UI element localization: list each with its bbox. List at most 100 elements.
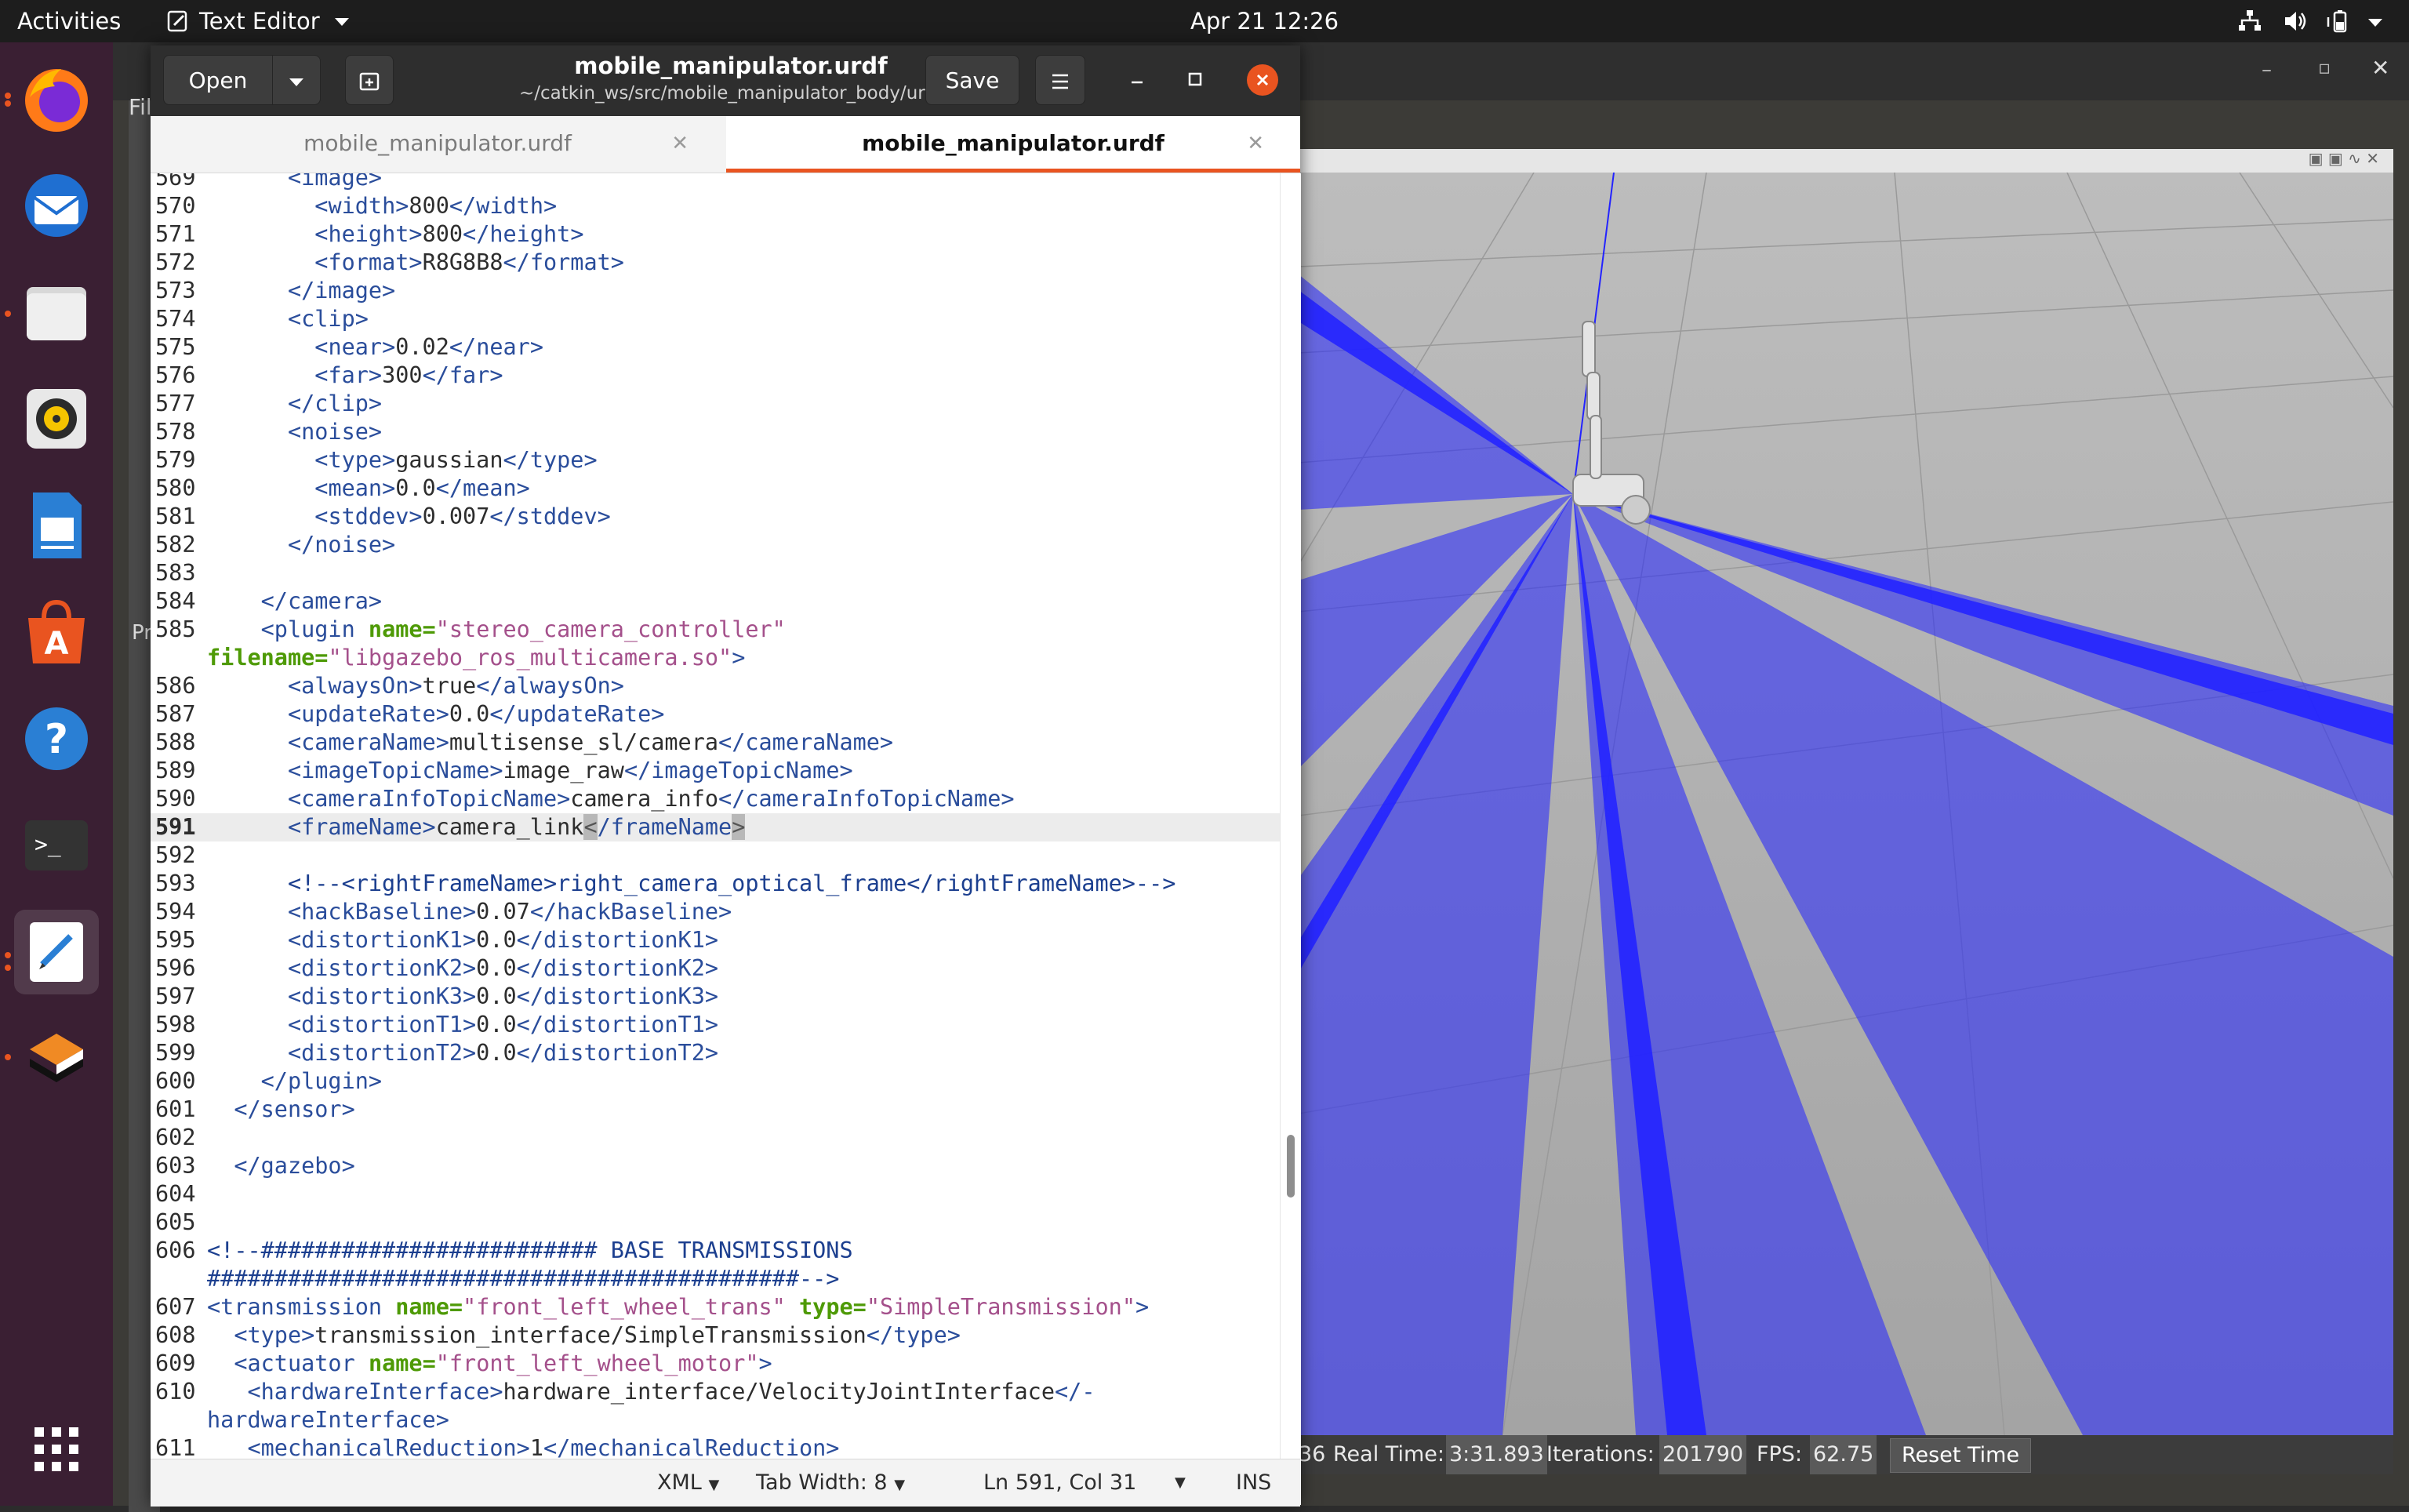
minimize-icon[interactable]: – <box>2262 58 2272 82</box>
tab-width-selector[interactable]: Tab Width: 8 ▼ <box>756 1459 905 1509</box>
code-line[interactable]: 598 <distortionT1>0.0</distortionT1> <box>151 1011 1280 1039</box>
code-line[interactable]: ########################################… <box>151 1265 1280 1293</box>
app-menu-label: Text Editor <box>199 8 320 35</box>
code-line[interactable]: 607 <transmission name="front_left_wheel_… <box>151 1293 1280 1321</box>
code-line[interactable]: 589 <imageTopicName>image_raw</imageTopi… <box>151 757 1280 785</box>
code-line[interactable]: 575 <near>0.02</near> <box>151 333 1280 362</box>
help-launcher[interactable]: ? <box>14 696 99 781</box>
code-line[interactable]: 597 <distortionK3>0.0</distortionK3> <box>151 983 1280 1011</box>
code-line[interactable]: 610 <hardwareInterface>hardware_interfac… <box>151 1378 1280 1406</box>
open-button[interactable]: Open <box>163 55 273 105</box>
rhythmbox-launcher[interactable] <box>14 376 99 461</box>
main-menu-button[interactable] <box>1035 55 1085 105</box>
code-line[interactable]: 578 <noise> <box>151 418 1280 446</box>
tab-close-icon[interactable]: ✕ <box>671 116 689 171</box>
code-line[interactable]: 601 </sensor> <box>151 1096 1280 1124</box>
code-line[interactable]: 585 <plugin name="stereo_camera_controll… <box>151 616 1280 644</box>
code-line[interactable]: 600 </plugin> <box>151 1067 1280 1096</box>
code-line[interactable]: 583 <box>151 559 1280 587</box>
code-line[interactable]: hardwareInterface> <box>151 1406 1280 1434</box>
new-tab-button[interactable] <box>345 55 394 105</box>
code-line[interactable]: 596 <distortionK2>0.0</distortionK2> <box>151 954 1280 983</box>
close-button[interactable] <box>1247 64 1278 96</box>
code-line[interactable]: 579 <type>gaussian</type> <box>151 446 1280 474</box>
line-text: <!--######################### BASE TRANS… <box>207 1238 853 1263</box>
code-line[interactable]: 608 <type>transmission_interface/SimpleT… <box>151 1321 1280 1350</box>
code-line[interactable]: 594 <hackBaseline>0.07</hackBaseline> <box>151 898 1280 926</box>
fps-value: 62.75 <box>1810 1435 1877 1474</box>
gazebo-menu-file[interactable]: Fil <box>129 94 152 125</box>
code-line[interactable]: 574 <clip> <box>151 305 1280 333</box>
show-apps-button[interactable] <box>14 1407 99 1492</box>
code-line[interactable]: 599 <distortionT2>0.0</distortionT2> <box>151 1039 1280 1067</box>
save-button[interactable]: Save <box>925 55 1019 105</box>
maximize-icon[interactable]: ▫ <box>2318 56 2331 78</box>
code-line[interactable]: 582 </noise> <box>151 531 1280 559</box>
line-number: 593 <box>155 870 196 896</box>
close-icon <box>1256 74 1269 86</box>
writer-launcher[interactable] <box>14 483 99 568</box>
app-menu[interactable]: Text Editor <box>166 0 349 42</box>
thunderbird-launcher[interactable] <box>14 163 99 248</box>
open-recent-dropdown[interactable] <box>272 55 321 105</box>
code-line[interactable]: 609 <actuator name="front_left_wheel_mot… <box>151 1350 1280 1378</box>
code-line[interactable]: 569 <image> <box>151 173 1280 192</box>
code-line[interactable]: 577 </clip> <box>151 390 1280 418</box>
running-indicator <box>5 311 11 317</box>
code-line[interactable]: 586 <alwaysOn>true</alwaysOn> <box>151 672 1280 700</box>
clock[interactable]: Apr 21 12:26 <box>1190 0 1339 42</box>
code-line[interactable]: 604 <box>151 1180 1280 1209</box>
network-icon[interactable] <box>2236 8 2263 35</box>
code-line[interactable]: 595 <distortionK1>0.0</distortionK1> <box>151 926 1280 954</box>
gazebo-3d-view[interactable] <box>1299 173 2393 1435</box>
code-line[interactable]: 605 <box>151 1209 1280 1237</box>
chevron-down-icon[interactable]: ▼ <box>1175 1459 1186 1507</box>
minimize-button[interactable] <box>1117 60 1157 100</box>
software-launcher[interactable]: A <box>14 590 99 674</box>
code-line[interactable]: 591 <frameName>camera_link</frameName> <box>151 813 1280 841</box>
scrollbar-thumb[interactable] <box>1287 1135 1295 1198</box>
code-line[interactable]: 606 <!--######################### BASE TR… <box>151 1237 1280 1265</box>
vertical-scrollbar[interactable] <box>1280 173 1301 1505</box>
text-editor-launcher[interactable] <box>14 910 99 994</box>
code-line[interactable]: filename="libgazebo_ros_multicamera.so"> <box>151 644 1280 672</box>
tab-label: mobile_manipulator.urdf <box>303 130 572 156</box>
tab-width-label: Tab Width: 8 <box>756 1470 888 1495</box>
firefox-launcher[interactable] <box>14 56 99 141</box>
code-line[interactable]: 571 <height>800</height> <box>151 220 1280 249</box>
code-line[interactable]: 593 <!--<rightFrameName>right_camera_opt… <box>151 870 1280 898</box>
app-launcher[interactable] <box>14 1015 99 1099</box>
code-line[interactable]: 603 </gazebo> <box>151 1152 1280 1180</box>
volume-icon[interactable] <box>2282 8 2309 35</box>
activities-button[interactable]: Activities <box>17 0 121 42</box>
terminal-launcher[interactable]: >_ <box>14 803 99 888</box>
tab-document-1[interactable]: mobile_manipulator.urdf ✕ <box>151 116 725 173</box>
line-number: 595 <box>155 927 196 953</box>
battery-icon[interactable] <box>2326 8 2353 35</box>
code-line[interactable]: 602 <box>151 1124 1280 1152</box>
close-icon[interactable]: ✕ <box>2371 55 2389 81</box>
code-line[interactable]: 584 </camera> <box>151 587 1280 616</box>
line-number: 569 <box>155 173 196 191</box>
code-line[interactable]: 590 <cameraInfoTopicName>camera_info</ca… <box>151 785 1280 813</box>
files-launcher[interactable] <box>14 270 99 354</box>
tab-close-icon[interactable]: ✕ <box>1247 116 1264 171</box>
code-line[interactable]: 580 <mean>0.0</mean> <box>151 474 1280 503</box>
reset-time-button[interactable]: Reset Time <box>1890 1438 2032 1473</box>
code-line[interactable]: 570 <width>800</width> <box>151 192 1280 220</box>
code-line[interactable]: 581 <stddev>0.007</stddev> <box>151 503 1280 531</box>
cursor-position[interactable]: Ln 591, Col 31 <box>983 1459 1136 1507</box>
maximize-button[interactable] <box>1175 60 1215 100</box>
code-line[interactable]: 572 <format>R8G8B8</format> <box>151 249 1280 277</box>
code-line[interactable]: 573 </image> <box>151 277 1280 305</box>
code-line[interactable]: 576 <far>300</far> <box>151 362 1280 390</box>
code-line[interactable]: 592 <box>151 841 1280 870</box>
code-line[interactable]: 588 <cameraName>multisense_sl/camera</ca… <box>151 729 1280 757</box>
code-line[interactable]: 587 <updateRate>0.0</updateRate> <box>151 700 1280 729</box>
view-toolbar-icons[interactable]: ▣ ▣ ∿ ✕ <box>2309 149 2379 168</box>
tab-document-2[interactable]: mobile_manipulator.urdf ✕ <box>726 116 1300 173</box>
language-selector[interactable]: XML ▼ <box>657 1459 719 1509</box>
code-view[interactable]: 569 <image> 570 <width>800</width> 571 <he… <box>151 173 1280 1505</box>
line-text: </noise> <box>287 532 396 558</box>
chevron-down-icon[interactable] <box>2365 8 2385 35</box>
